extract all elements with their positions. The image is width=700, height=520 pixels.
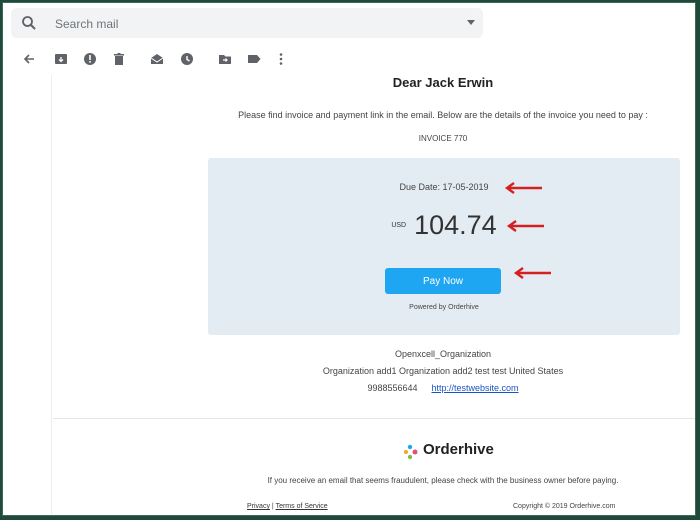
website-link[interactable]: http://testwebsite.com [432,383,519,393]
powered-by-text: Powered by Orderhive [409,304,479,311]
terms-link[interactable]: Terms of Service [276,503,328,510]
archive-icon[interactable] [53,51,69,67]
label-icon[interactable] [246,51,262,67]
privacy-link[interactable]: Privacy [247,503,270,510]
logo-text: Orderhive [423,441,494,458]
search-icon[interactable] [21,15,37,31]
invoice-number: INVOICE 770 [418,134,468,143]
copyright-text: Copyright © 2019 Orderhive.com [513,503,616,510]
footer-links: Privacy | Terms of Service [247,503,328,510]
report-spam-icon[interactable] [82,51,98,67]
email-window: Dear Jack Erwin Please find invoice and … [2,2,696,516]
mark-read-icon[interactable] [149,51,165,67]
due-date-line: Due Date: 17-05-2019 [208,182,680,192]
organization-name: Openxcell_Organization [394,349,492,359]
content-divider-vertical [51,75,52,515]
snooze-icon[interactable] [179,51,195,67]
annotation-arrow-icon [504,182,542,194]
email-intro-text: Please find invoice and payment link in … [238,110,648,120]
email-greeting: Dear Jack Erwin [392,75,494,90]
back-arrow-icon[interactable] [21,51,37,67]
payment-panel: Due Date: 17-05-2019 USD 104.74 Pay Now P… [208,158,680,335]
footer-separator: | [271,503,274,510]
organization-address: Organization add1 Organization add2 test… [322,366,564,376]
amount-line: USD 104.74 [208,210,680,241]
footer-divider [53,418,695,419]
invoice-amount: 104.74 [414,210,497,240]
phone-number: 9988556644 [367,383,418,393]
delete-icon[interactable] [111,51,127,67]
search-bar[interactable] [11,8,483,38]
pay-now-button[interactable]: Pay Now [385,268,501,294]
annotation-arrow-icon [513,267,551,279]
more-vert-icon[interactable] [273,51,289,67]
orderhive-logo-icon [404,444,418,460]
email-toolbar [3,47,695,71]
annotation-arrow-icon [506,220,544,232]
due-date-label: Due Date: [399,182,440,192]
search-input[interactable] [53,13,437,35]
due-date-value: 17-05-2019 [442,182,489,192]
contact-line: 9988556644 http://testwebsite.com [193,383,693,393]
currency-code: USD [391,222,407,229]
move-to-icon[interactable] [217,51,233,67]
search-options-icon[interactable] [467,20,475,25]
fraud-notice: If you receive an email that seems fraud… [267,476,619,485]
